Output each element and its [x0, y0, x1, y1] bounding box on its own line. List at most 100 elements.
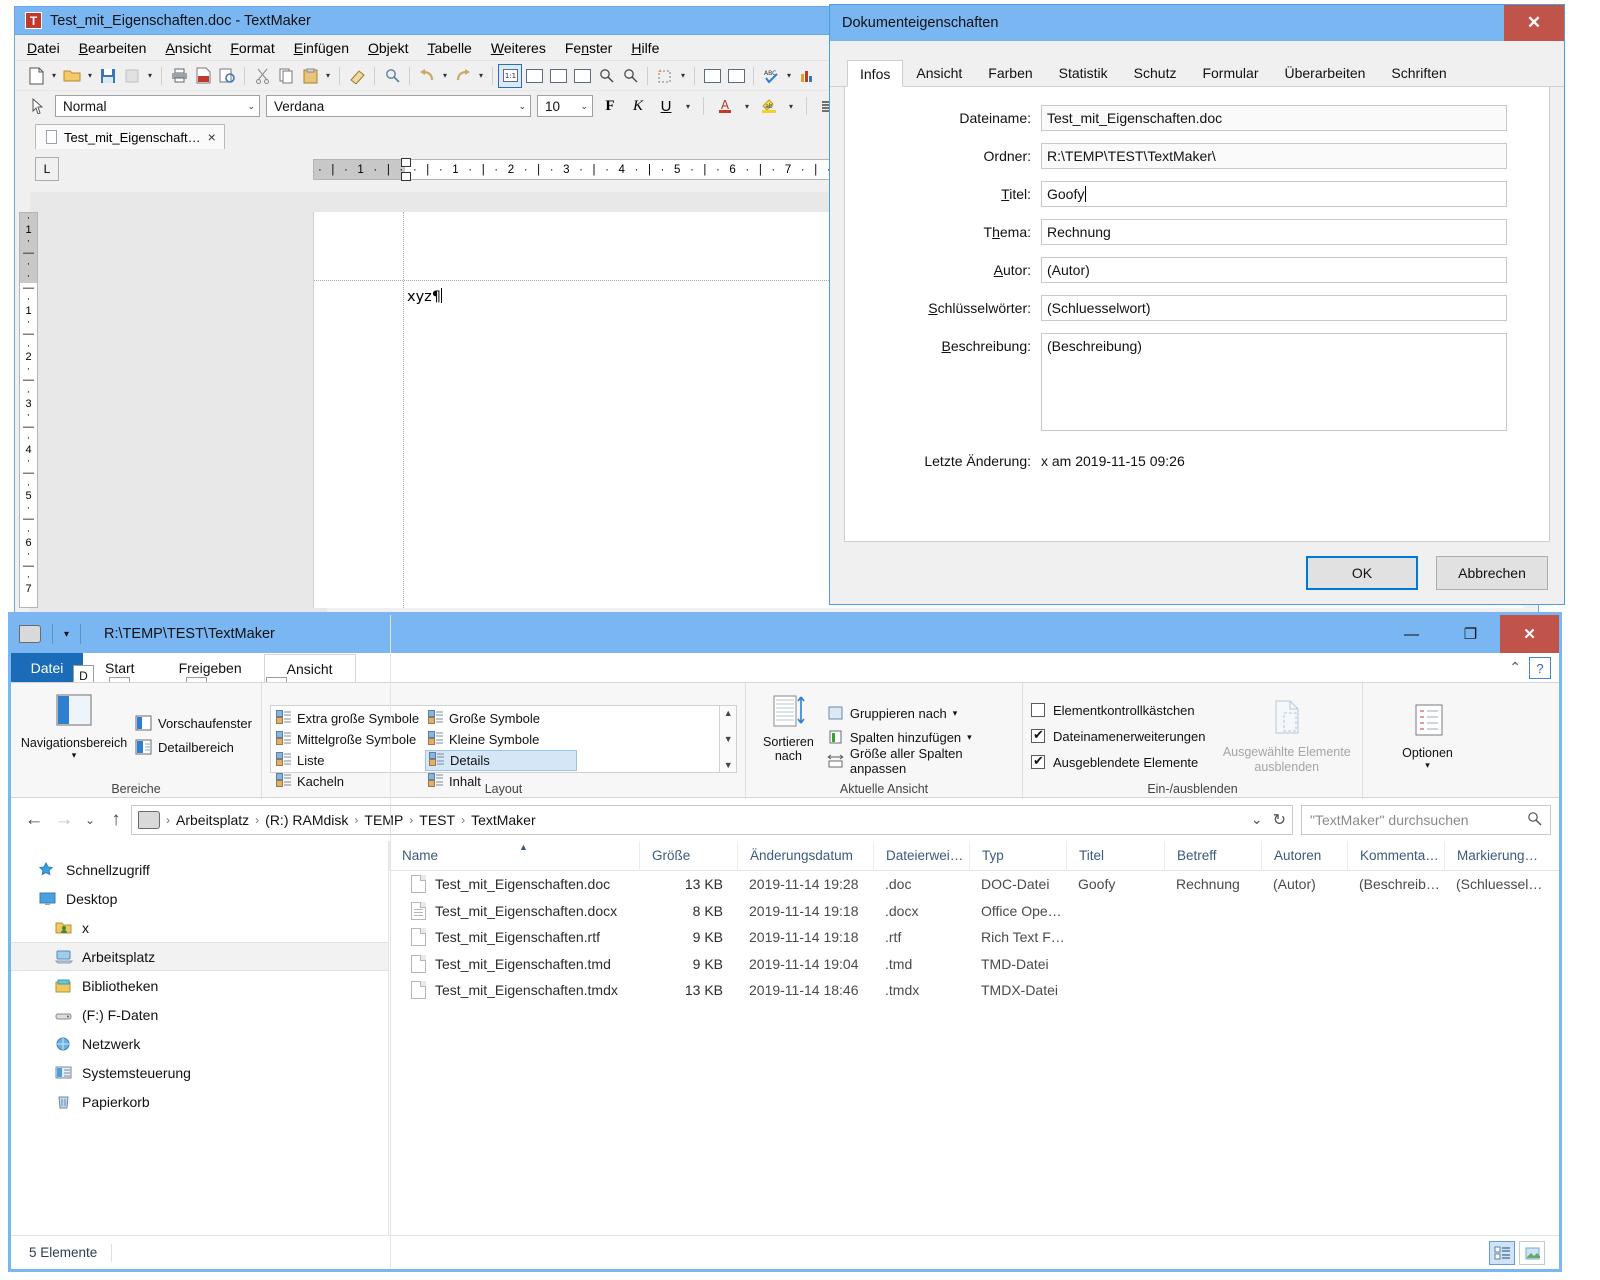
zoom-100-icon[interactable]: 1:1: [498, 63, 522, 88]
checkbox[interactable]: [1031, 703, 1045, 717]
copy-icon[interactable]: [275, 65, 297, 87]
print-icon[interactable]: [168, 65, 190, 87]
open-file-caret-icon[interactable]: ▾: [85, 65, 95, 87]
navigation-pane[interactable]: Schnellzugriff Desktop x Arbeitsplatz Biblio…: [11, 841, 389, 1241]
menu-ansicht[interactable]: Ansicht: [165, 40, 211, 56]
field-input-0[interactable]: Test_mit_Eigenschaften.doc: [1041, 105, 1507, 131]
dialog-tab-statistik[interactable]: Statistik: [1046, 59, 1121, 86]
menu-datei[interactable]: Datei: [27, 40, 60, 56]
back-button[interactable]: ←: [19, 805, 49, 835]
layout-option-groesymbole[interactable]: Große Symbole: [425, 708, 577, 729]
underline-caret-icon[interactable]: ▾: [683, 95, 693, 117]
show-hide-checkboxes[interactable]: Elementkontrollkästchen Dateinamenerweite…: [1031, 697, 1205, 775]
field-input-4[interactable]: (Autor): [1041, 257, 1507, 283]
sidebar-item-netzwerk[interactable]: Netzwerk: [11, 1029, 388, 1058]
help-icon[interactable]: ?: [1529, 657, 1551, 679]
undo-icon[interactable]: [416, 65, 438, 87]
collapse-ribbon-icon[interactable]: ⌃: [1509, 659, 1521, 676]
file-list-view[interactable]: ▲ Name Größe Änderungsdatum Dateierwei… Typ T…: [389, 840, 1559, 1241]
document-tab[interactable]: Test_mit_Eigenschaft… ×: [35, 124, 225, 149]
redo-icon[interactable]: [452, 65, 474, 87]
open-file-icon[interactable]: [61, 65, 83, 87]
italic-button[interactable]: K: [627, 95, 649, 117]
scroll-more-icon[interactable]: ▼: [724, 760, 733, 770]
layout-option-extragroesymbole[interactable]: Extra große Symbole: [273, 708, 425, 729]
details-view-button[interactable]: [1489, 1241, 1515, 1265]
checkbox-row-elementkontrollkstchen[interactable]: Elementkontrollkästchen: [1031, 697, 1205, 723]
dialog-tabstrip[interactable]: Infos Ansicht Farben Statistik Schutz Formula…: [830, 58, 1564, 87]
layout-option-details[interactable]: Details: [425, 750, 577, 771]
first-line-indent-marker[interactable]: [401, 158, 411, 167]
paragraph-style-combo[interactable]: Normal ⌄: [55, 95, 260, 117]
dialog-tab-farben[interactable]: Farben: [975, 59, 1045, 86]
document-body-text[interactable]: xyz¶: [407, 288, 443, 305]
sidebar-item-papierkorb[interactable]: Papierkorb: [11, 1087, 388, 1116]
table-row[interactable]: Test_mit_Eigenschaften.rtf 9 KB 2019-11-14…: [389, 924, 1559, 951]
footer-icon[interactable]: [725, 65, 747, 87]
close-button[interactable]: ✕: [1500, 615, 1559, 653]
paste-caret-icon[interactable]: ▾: [323, 65, 333, 87]
sidebar-item-bibliotheken[interactable]: Bibliotheken: [11, 971, 388, 1000]
groesse-aller-spalten-button[interactable]: Größe aller Spalten anpassen: [827, 746, 1014, 776]
chart-icon[interactable]: [796, 65, 818, 87]
column-header-gre[interactable]: Größe: [639, 840, 737, 871]
beschreibung-textarea[interactable]: (Beschreibung): [1041, 333, 1507, 431]
dialog-tab-berarbeiten[interactable]: Überarbeiten: [1271, 59, 1378, 86]
file-list-header[interactable]: ▲ Name Größe Änderungsdatum Dateierwei… Typ T…: [389, 840, 1559, 871]
highlight-caret-icon[interactable]: ▾: [786, 95, 796, 117]
ribbon-tab-freigeben[interactable]: Freigeben: [157, 653, 264, 682]
large-icons-view-button[interactable]: [1519, 1241, 1545, 1265]
font-size-combo[interactable]: 10 ⌄: [537, 95, 593, 117]
save-caret-icon[interactable]: ▾: [145, 65, 155, 87]
chevron-down-icon[interactable]: ▾: [72, 750, 77, 761]
chevron-down-icon[interactable]: ▾: [1425, 760, 1430, 771]
insert-object-caret-icon[interactable]: ▾: [678, 65, 688, 87]
breadcrumb-items[interactable]: › Arbeitsplatz › (R:) RAMdisk › TEMP › TEST › Tex…: [166, 812, 536, 828]
zoom-in-icon[interactable]: [595, 65, 617, 87]
navigationsbereich-button[interactable]: Navigationsbereich ▾: [19, 693, 129, 761]
spellcheck-icon[interactable]: ABC: [760, 65, 782, 87]
print-preview-icon[interactable]: [216, 65, 238, 87]
field-input-2[interactable]: Goofy: [1041, 181, 1507, 207]
breadcrumb-item-3[interactable]: TEST: [419, 812, 455, 828]
dialog-tab-ansicht[interactable]: Ansicht: [903, 59, 975, 86]
sidebar-item-desktop[interactable]: Desktop: [11, 884, 388, 913]
search-input[interactable]: "TextMaker" durchsuchen: [1301, 804, 1551, 835]
layout-list-scrollbar[interactable]: ▲ ▼ ▼: [720, 705, 737, 773]
dialog-tab-schutz[interactable]: Schutz: [1121, 59, 1190, 86]
search-icon[interactable]: [381, 65, 403, 87]
view-layout-icon-3[interactable]: [571, 65, 593, 87]
layout-view-list[interactable]: Extra große Symbole Große Symbole Mittelgr…: [270, 705, 721, 789]
vorschaufenster-button[interactable]: Vorschaufenster: [135, 711, 252, 735]
sidebar-item-schnellzugriff[interactable]: Schnellzugriff: [11, 855, 388, 884]
menu-format[interactable]: Format: [230, 40, 274, 56]
column-header-kommenta[interactable]: Kommenta…: [1347, 840, 1444, 871]
cut-icon[interactable]: [251, 65, 273, 87]
table-row[interactable]: Test_mit_Eigenschaften.tmdx 13 KB 2019-11-…: [389, 977, 1559, 1004]
layout-option-mittelgroesymbole[interactable]: Mittelgroße Symbole: [273, 729, 425, 750]
font-family-combo[interactable]: Verdana ⌄: [266, 95, 531, 117]
dialog-tab-schriften[interactable]: Schriften: [1378, 59, 1459, 86]
close-icon[interactable]: ✕: [1504, 5, 1564, 41]
sortieren-nach-button[interactable]: Sortieren nach: [754, 693, 823, 773]
checkbox-row-dateinamenerweiterungen[interactable]: Dateinamenerweiterungen: [1031, 723, 1205, 749]
tabstop-selector-button[interactable]: L: [35, 157, 59, 181]
breadcrumb[interactable]: › Arbeitsplatz › (R:) RAMdisk › TEMP › TEST › Tex…: [131, 804, 1293, 835]
up-button[interactable]: ↑: [101, 805, 131, 835]
new-document-caret-icon[interactable]: ▾: [49, 65, 59, 87]
breadcrumb-item-2[interactable]: TEMP: [364, 812, 403, 828]
horizontal-ruler[interactable]: · | · 1 · | · · | · 1 · | · 2 · | · 3 · …: [313, 158, 902, 181]
undo-caret-icon[interactable]: ▾: [440, 65, 450, 87]
column-header-nderungsdatum[interactable]: Änderungsdatum: [737, 840, 873, 871]
chevron-down-icon[interactable]: ▾: [967, 732, 972, 743]
breadcrumb-item-4[interactable]: TextMaker: [471, 812, 536, 828]
refresh-icon[interactable]: ↻: [1273, 810, 1286, 830]
save-as-icon[interactable]: [121, 65, 143, 87]
sidebar-item-arbeitsplatz[interactable]: Arbeitsplatz: [11, 942, 388, 971]
left-indent-marker[interactable]: [401, 172, 411, 181]
checkbox-row-ausgeblendeteelemente[interactable]: Ausgeblendete Elemente: [1031, 749, 1205, 775]
breadcrumb-item-0[interactable]: Arbeitsplatz: [176, 812, 249, 828]
column-header-markierung[interactable]: Markierung…: [1444, 840, 1544, 871]
column-header-name[interactable]: Name: [389, 840, 639, 871]
breadcrumb-separator-icon[interactable]: ›: [354, 813, 358, 827]
